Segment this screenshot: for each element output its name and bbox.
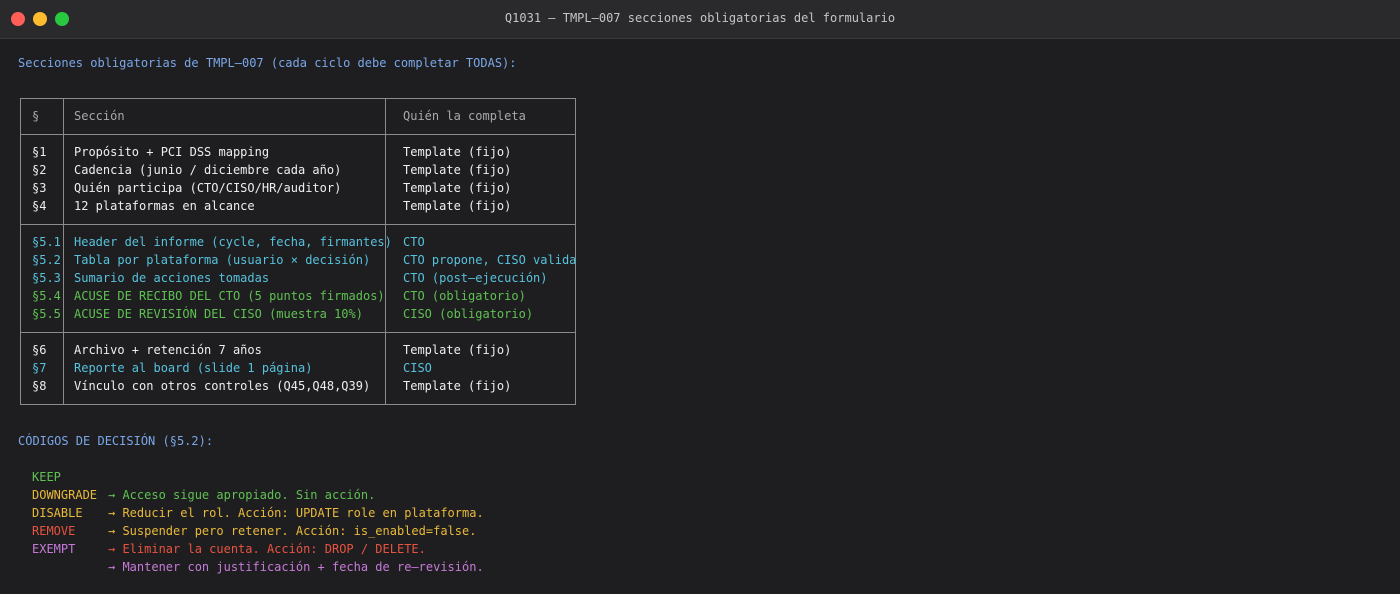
table-cell-sec: §8 — [32, 379, 47, 393]
table-border-top — [20, 98, 576, 99]
table-cell-who: Template (fijo) — [403, 163, 512, 177]
table-cell-who: CTO (post—ejecución) — [403, 271, 548, 285]
table-cell-name: Cadencia (junio / diciembre cada año) — [74, 163, 342, 177]
code-line-exempt: EXEMPT → Mantener con justificación + fe… — [18, 522, 618, 574]
table-group-divider — [20, 224, 576, 225]
table-header-name: Sección — [74, 109, 125, 123]
table-cell-name: Quién participa (CTO/CISO/HR/auditor) — [74, 181, 342, 195]
code-description: → Eliminar la cuenta. Acción: DROP / DEL… — [108, 542, 426, 556]
table-cell-name: Propósito + PCI DSS mapping — [74, 145, 270, 159]
code-label: EXEMPT — [32, 542, 76, 556]
table-cell-who: CISO — [403, 361, 432, 375]
table-cell-name: 12 plataformas en alcance — [74, 199, 255, 213]
table-cell-who: CTO (obligatorio) — [403, 289, 526, 303]
table-group-divider — [20, 332, 576, 333]
table-header-sec: § — [32, 109, 40, 123]
table-cell-name: Vínculo con otros controles (Q45,Q48,Q39… — [74, 379, 371, 393]
table-cell-who: Template (fijo) — [403, 145, 512, 159]
table-header-divider — [20, 134, 576, 135]
table-cell-sec: §5.4 — [32, 289, 61, 303]
code-line-keep: KEEP → Acceso sigue apropiado. Sin acció… — [18, 450, 618, 502]
table-border-bottom — [20, 404, 576, 405]
table-cell-sec: §5.1 — [32, 235, 61, 249]
table-cell-sec: §6 — [32, 343, 47, 357]
table-cell-name: Sumario de acciones tomadas — [74, 271, 270, 285]
sections-table: § Sección Quién la completa §1 Propósito… — [20, 98, 576, 408]
table-cell-sec: §5.3 — [32, 271, 61, 285]
table-cell-who: CTO propone, CISO valida — [403, 253, 577, 267]
code-description: → Mantener con justificación + fecha de … — [108, 560, 484, 574]
table-cell-who: Template (fijo) — [403, 181, 512, 195]
table-cell-who: Template (fijo) — [403, 343, 512, 357]
table-cell-name: Archivo + retención 7 años — [74, 343, 262, 357]
table-cell-sec: §5.5 — [32, 307, 61, 321]
table-cell-who: Template (fijo) — [403, 199, 512, 213]
code-line-downgrade: DOWNGRADE → Reducir el rol. Acción: UPDA… — [18, 468, 618, 520]
title-bar: Q1031 — TMPL—007 secciones obligatorias … — [0, 0, 1400, 39]
table-cell-name: ACUSE DE REVISIÓN DEL CISO (muestra 10%) — [74, 307, 363, 321]
table-cell-who: CTO — [403, 235, 425, 249]
table-cell-who: Template (fijo) — [403, 379, 512, 393]
table-cell-sec: §1 — [32, 145, 47, 159]
table-cell-sec: §7 — [32, 361, 47, 375]
table-cell-sec: §5.2 — [32, 253, 61, 267]
table-border-left — [20, 98, 21, 405]
code-line-remove: REMOVE → Eliminar la cuenta. Acción: DRO… — [18, 504, 618, 556]
table-cell-name: ACUSE DE RECIBO DEL CTO (5 puntos firmad… — [74, 289, 385, 303]
table-cell-name: Reporte al board (slide 1 página) — [74, 361, 313, 375]
table-cell-who: CISO (obligatorio) — [403, 307, 534, 321]
window-title: Q1031 — TMPL—007 secciones obligatorias … — [504, 11, 896, 25]
table-cell-name: Tabla por plataforma (usuario × decisión… — [74, 253, 371, 267]
table-cell-sec: §3 — [32, 181, 47, 195]
table-header-who: Quién la completa — [403, 109, 526, 123]
table-column-divider — [385, 98, 386, 405]
table-column-divider — [63, 98, 64, 405]
codes-heading: CÓDIGOS DE DECISIÓN (§5.2): — [18, 434, 214, 448]
intro-line: Secciones obligatorias de TMPL—007 (cada… — [18, 56, 517, 70]
table-cell-sec: §2 — [32, 163, 47, 177]
table-cell-name: Header del informe (cycle, fecha, firman… — [74, 235, 392, 249]
code-line-disable: DISABLE → Suspender pero retener. Acción… — [18, 486, 618, 538]
table-cell-sec: §4 — [32, 199, 47, 213]
